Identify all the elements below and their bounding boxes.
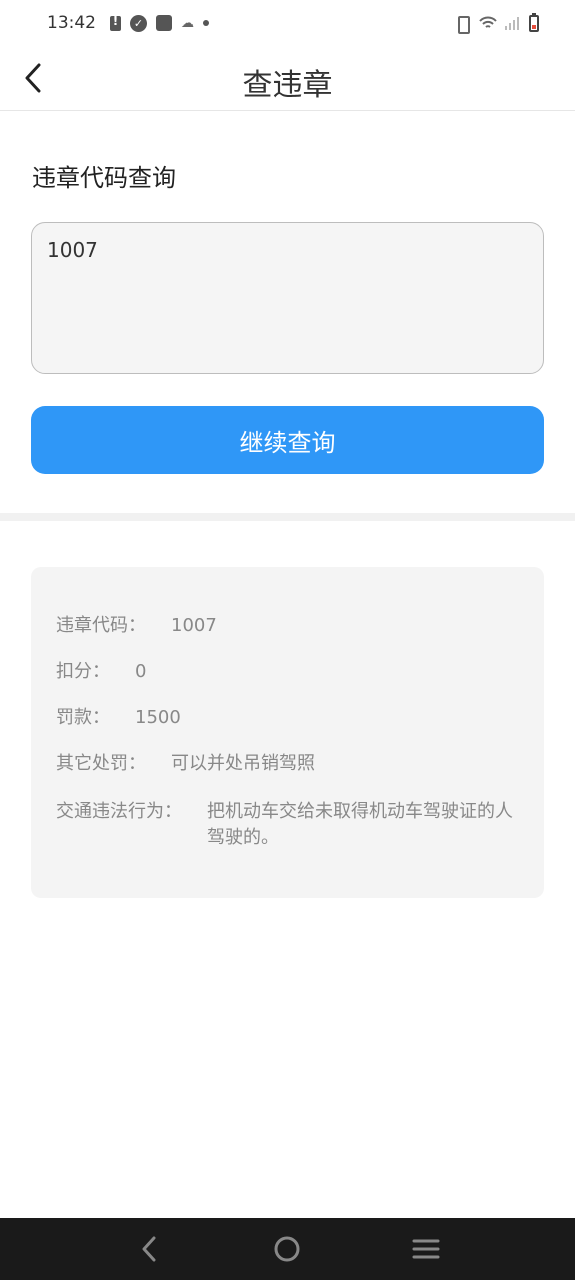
behavior-label: 交通违法行为： xyxy=(56,801,182,822)
result-row-code: 违章代码： 1007 xyxy=(56,613,217,639)
section-title: 违章代码查询 xyxy=(32,164,176,192)
code-label: 违章代码： xyxy=(56,615,146,636)
code-value: 1007 xyxy=(171,615,217,636)
status-time: 13:42 xyxy=(47,13,96,33)
nav-home-icon xyxy=(274,1236,300,1262)
section-divider xyxy=(0,513,575,521)
points-label: 扣分： xyxy=(56,661,110,682)
result-row-behavior: 交通违法行为： 把机动车交给未取得机动车驾驶证的人驾驶的。 xyxy=(56,799,526,851)
battery-icon xyxy=(529,12,539,32)
nav-menu-button[interactable] xyxy=(406,1229,446,1269)
continue-query-button[interactable]: 继续查询 xyxy=(31,406,544,474)
result-row-points: 扣分： 0 xyxy=(56,659,146,685)
result-row-fine: 罚款： 1500 xyxy=(56,705,181,731)
menu-icon xyxy=(412,1239,440,1259)
result-card: 违章代码： 1007 扣分： 0 罚款： 1500 其它处罚： 可以并处吊销驾照… xyxy=(31,567,544,898)
nav-home-button[interactable] xyxy=(267,1229,307,1269)
wifi-icon xyxy=(479,16,497,28)
app-header: 查违章 xyxy=(0,46,575,111)
nav-back-icon xyxy=(142,1236,156,1262)
notification-icons: ✓ ☁ xyxy=(110,14,209,32)
vibrate-icon xyxy=(453,16,471,34)
cell-signal-icon xyxy=(505,16,521,30)
system-nav-bar xyxy=(0,1218,575,1280)
fine-value: 1500 xyxy=(135,707,181,728)
cloud-icon: ☁ xyxy=(181,15,194,31)
other-penalty-value: 可以并处吊销驾照 xyxy=(171,753,315,774)
page-title: 查违章 xyxy=(242,68,333,103)
behavior-value: 把机动车交给未取得机动车驾驶证的人驾驶的。 xyxy=(207,801,513,848)
result-row-other-penalty: 其它处罚： 可以并处吊销驾照 xyxy=(56,751,315,777)
check-circle-icon: ✓ xyxy=(130,14,147,32)
points-value: 0 xyxy=(135,661,147,682)
system-icons xyxy=(453,12,539,34)
more-notifications-dot-icon xyxy=(203,20,209,26)
alert-icon xyxy=(110,14,121,31)
status-bar: 13:42 ✓ ☁ xyxy=(0,0,575,46)
violation-code-input[interactable]: 1007 xyxy=(31,222,544,374)
fine-label: 罚款： xyxy=(56,707,110,728)
other-penalty-label: 其它处罚： xyxy=(56,753,146,774)
shopping-bag-icon xyxy=(156,15,172,31)
nav-back-button[interactable] xyxy=(129,1229,169,1269)
